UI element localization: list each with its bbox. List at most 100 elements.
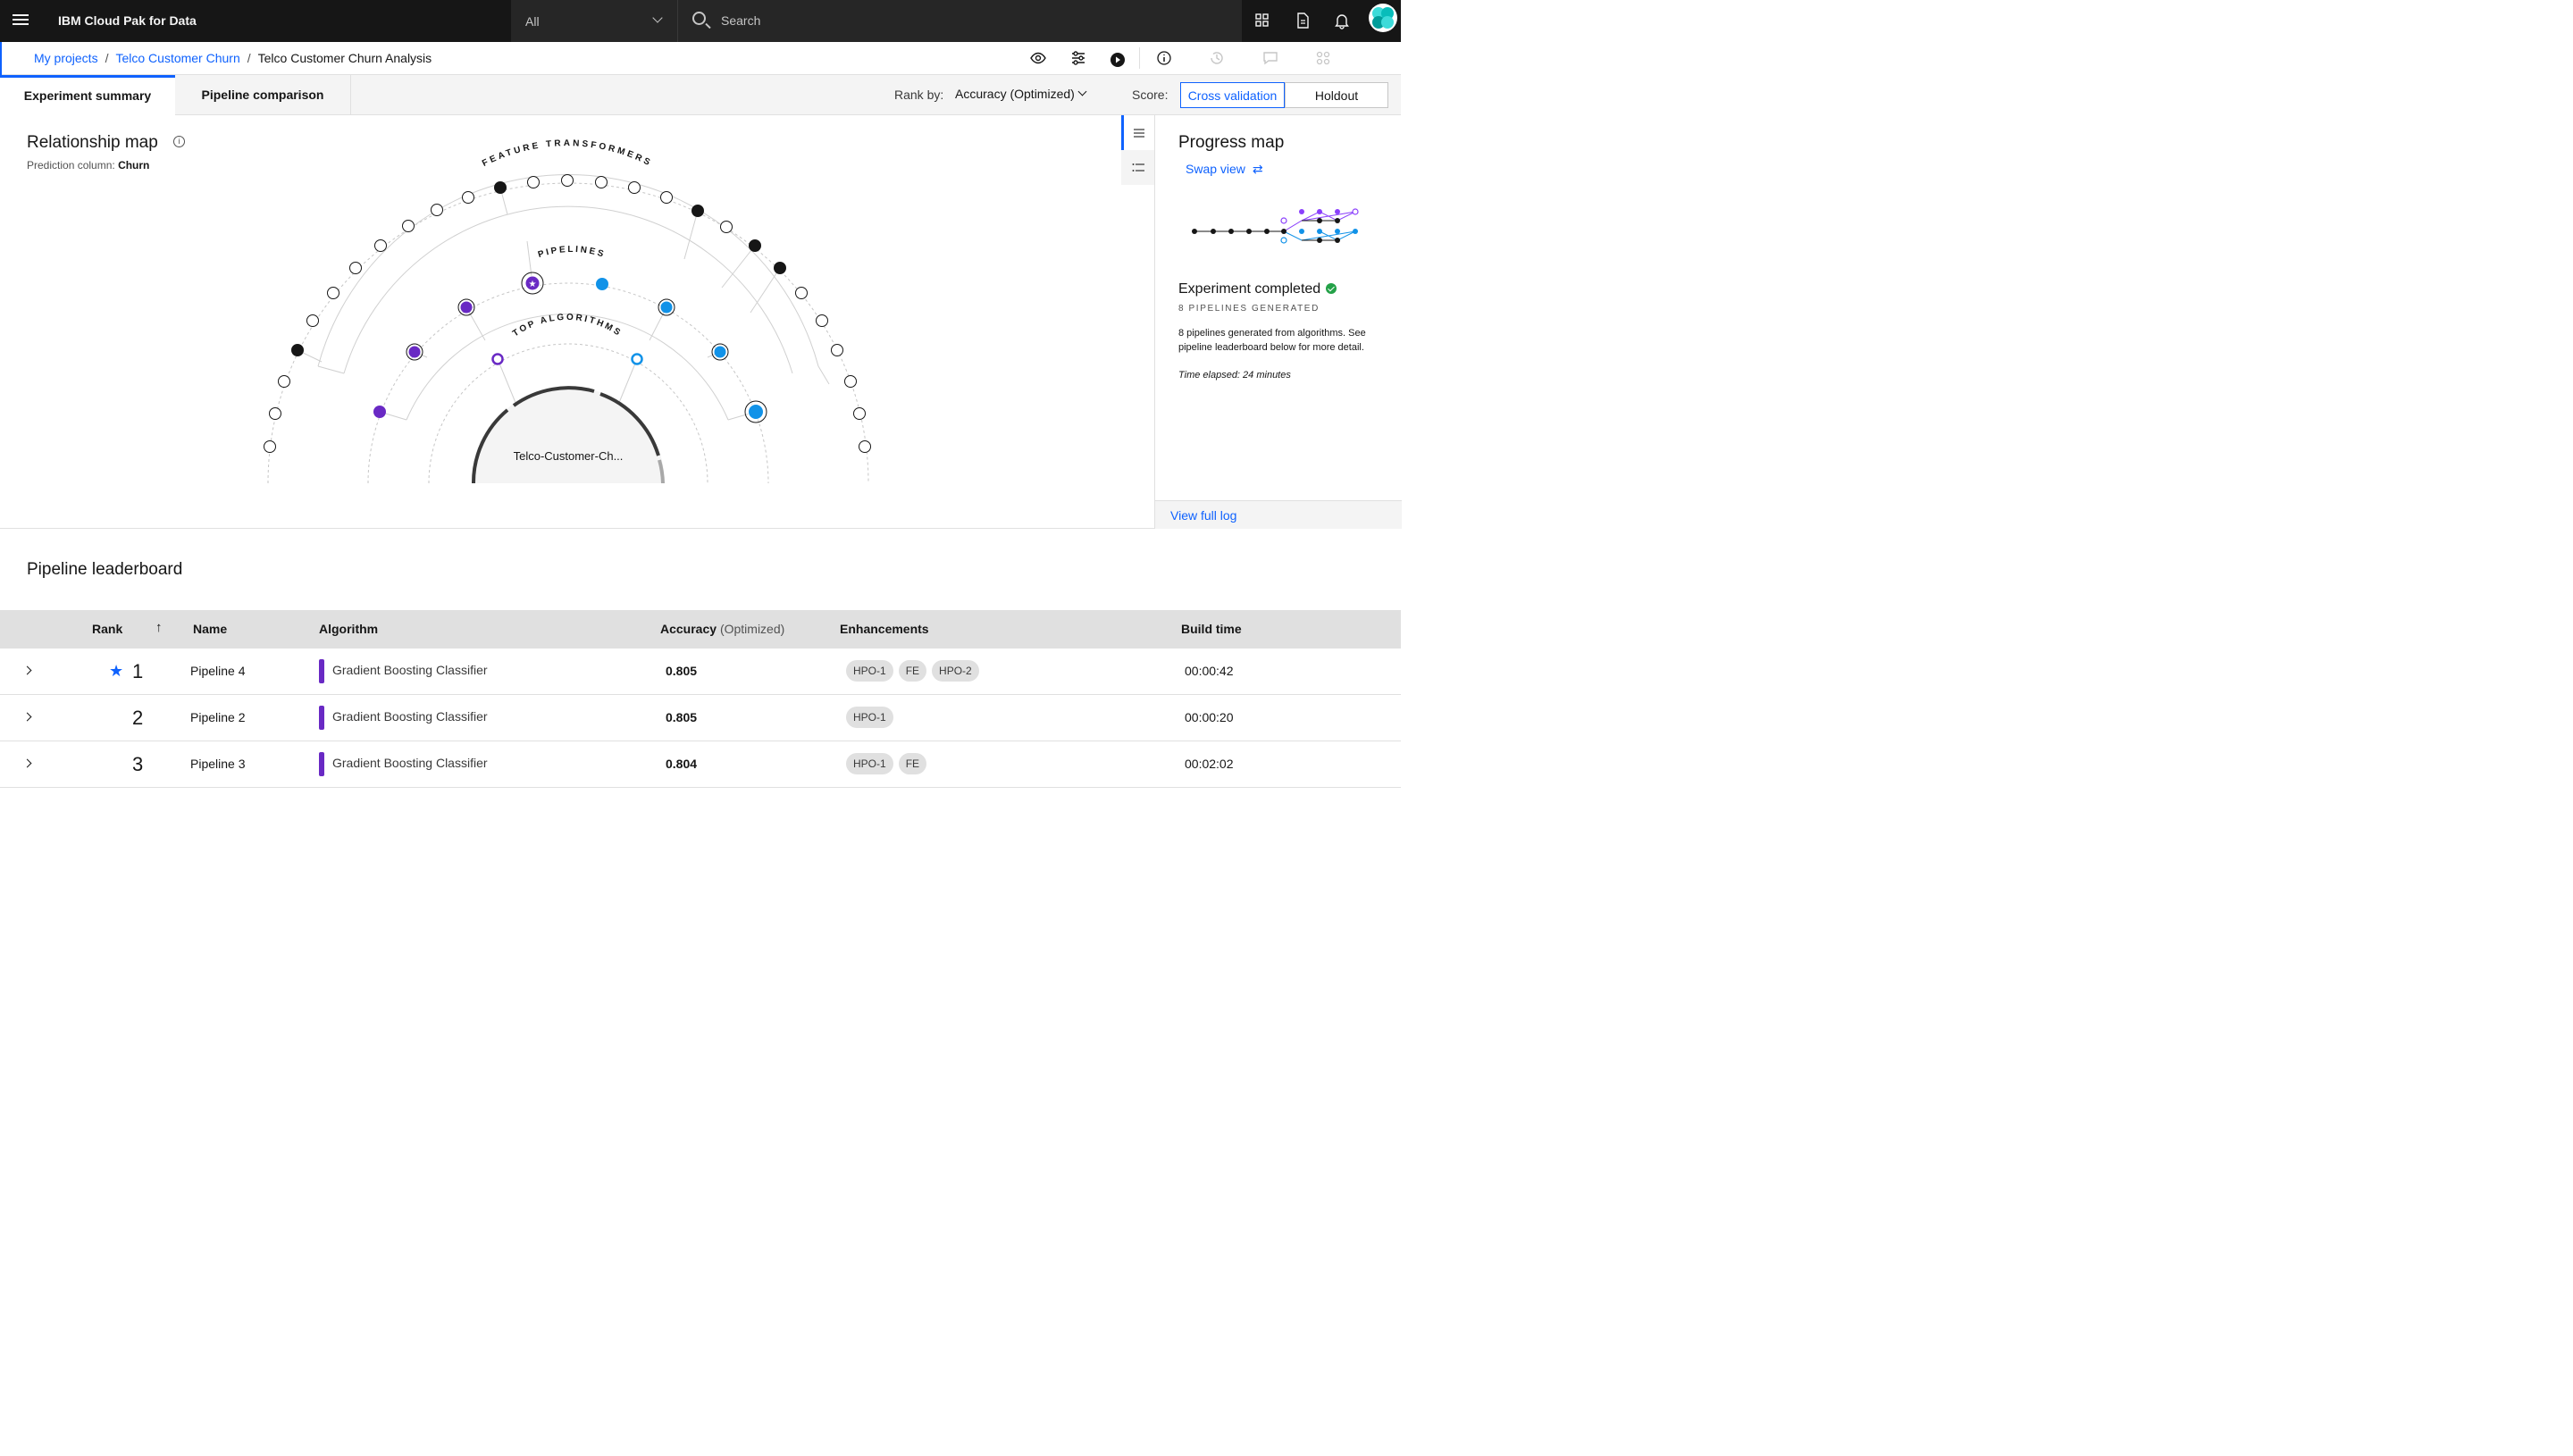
table-row[interactable]: ★ 1 Pipeline 4 Gradient Boosting Classif…	[0, 649, 1401, 695]
experiment-status: Experiment completed	[1178, 281, 1337, 297]
row-accuracy: 0.804	[666, 757, 698, 771]
row-accuracy: 0.805	[666, 664, 698, 678]
enhancement-tag: FE	[898, 753, 927, 774]
scope-dropdown[interactable]: All	[511, 0, 677, 42]
expand-chevron-icon[interactable]	[22, 758, 32, 768]
log-bar: View full log	[1155, 500, 1402, 529]
preview-icon[interactable]	[1029, 49, 1047, 67]
enhancement-tag: HPO-2	[932, 660, 979, 682]
row-rank: 2	[132, 707, 144, 729]
column-algorithm[interactable]: Algorithm	[319, 622, 378, 636]
row-accuracy: 0.805	[666, 710, 698, 724]
row-enhancements: HPO-1 FE	[846, 753, 932, 774]
column-accuracy[interactable]: Accuracy (Optimized)	[660, 622, 784, 636]
search-bar[interactable]	[677, 0, 1242, 42]
active-accent	[0, 42, 2, 75]
list-icon	[1134, 129, 1144, 138]
tab-pipeline-comparison[interactable]: Pipeline comparison	[175, 75, 351, 115]
table-row[interactable]: 2 Pipeline 2 Gradient Boosting Classifie…	[0, 695, 1401, 741]
sort-arrow-up-icon[interactable]: ↑	[155, 620, 163, 635]
swap-icon: ⇄	[1252, 162, 1263, 176]
user-avatar[interactable]	[1369, 4, 1397, 32]
ring-label-feature-transformers: FEATURE TRANSFORMERS	[481, 138, 654, 169]
row-build-time: 00:00:20	[1185, 710, 1234, 724]
row-name[interactable]: Pipeline 4	[190, 664, 246, 678]
divider	[1139, 47, 1140, 69]
leaderboard-header: Rank ↑ Name Algorithm Accuracy (Optimize…	[0, 610, 1401, 649]
relationship-map-graph[interactable]: FEATURE TRANSFORMERS PIPELINES TOP ALGOR…	[232, 115, 911, 483]
document-icon[interactable]	[1294, 12, 1312, 29]
history-icon[interactable]	[1208, 49, 1226, 67]
dataset-node: Telco-Customer-Ch...	[471, 386, 665, 483]
breadcrumb-bar: My projects / Telco Customer Churn / Telco C…	[0, 42, 1401, 75]
info-icon[interactable]: i	[173, 136, 185, 147]
expand-chevron-icon[interactable]	[22, 665, 32, 675]
search-input[interactable]	[721, 11, 1168, 30]
checkmark-icon	[1326, 283, 1337, 294]
enhancement-tag: HPO-1	[846, 707, 893, 728]
brand-name[interactable]: IBM Cloud Pak for Data	[58, 13, 197, 28]
notification-icon[interactable]	[1333, 12, 1351, 29]
enhancement-tag: HPO-1	[846, 660, 893, 682]
row-enhancements: HPO-1	[846, 707, 899, 728]
expand-chevron-icon[interactable]	[22, 712, 32, 722]
algorithm-nodes	[491, 353, 643, 365]
score-cross-validation-button[interactable]: Cross validation	[1180, 82, 1285, 108]
top-header: IBM Cloud Pak for Data All	[0, 0, 1401, 42]
relationship-map-title: Relationship map	[27, 133, 158, 152]
column-name[interactable]: Name	[193, 622, 227, 636]
row-rank: 1	[132, 660, 144, 682]
enhancement-tag: HPO-1	[846, 753, 893, 774]
enhancement-tag: FE	[898, 660, 927, 682]
chevron-down-icon	[652, 13, 663, 23]
row-name[interactable]: Pipeline 3	[190, 757, 246, 771]
column-enhancements[interactable]: Enhancements	[840, 622, 929, 636]
data-icon[interactable]	[1314, 49, 1332, 67]
column-build-time[interactable]: Build time	[1181, 622, 1242, 636]
breadcrumb: My projects / Telco Customer Churn / Telco C…	[34, 51, 432, 65]
list-view-tab[interactable]	[1121, 115, 1154, 150]
side-view-tabs	[1121, 115, 1154, 185]
pipelines-generated: 8 PIPELINES GENERATED	[1178, 304, 1320, 314]
score-label: Score:	[1132, 88, 1169, 102]
menu-icon[interactable]	[13, 13, 29, 29]
score-holdout-button[interactable]: Holdout	[1285, 82, 1388, 108]
bullet-list-icon	[1132, 163, 1144, 172]
tab-bar: Experiment summary Pipeline comparison R…	[0, 75, 1401, 115]
progress-graph	[1192, 208, 1359, 244]
star-icon: ★	[109, 662, 124, 680]
progress-map-title: Progress map	[1178, 133, 1285, 152]
progress-description: 8 pipelines generated from algorithms. S…	[1178, 328, 1366, 353]
scope-value: All	[525, 14, 540, 29]
settings-adjust-icon[interactable]	[1069, 49, 1087, 67]
view-full-log-link[interactable]: View full log	[1170, 508, 1236, 523]
row-rank: 3	[132, 753, 144, 775]
apps-icon[interactable]	[1253, 12, 1271, 29]
leaderboard-title: Pipeline leaderboard	[27, 560, 183, 579]
row-name[interactable]: Pipeline 2	[190, 710, 246, 724]
row-enhancements: HPO-1 FE HPO-2	[846, 660, 985, 682]
rank-by-dropdown[interactable]: Accuracy (Optimized)	[955, 87, 1075, 101]
swap-view-link[interactable]: Swap view ⇄	[1186, 162, 1263, 177]
time-elapsed: Time elapsed: 24 minutes	[1178, 370, 1291, 381]
algorithm-color-bar	[319, 706, 324, 730]
row-algorithm: Gradient Boosting Classifier	[332, 663, 488, 677]
prediction-column-value: Churn	[118, 159, 150, 172]
row-algorithm: Gradient Boosting Classifier	[332, 756, 488, 770]
chevron-down-icon[interactable]	[1077, 87, 1087, 96]
information-icon[interactable]	[1155, 49, 1173, 67]
bullet-list-view-tab[interactable]	[1121, 150, 1154, 185]
run-icon[interactable]	[1109, 51, 1127, 69]
breadcrumb-project[interactable]: Telco Customer Churn	[115, 51, 239, 65]
breadcrumb-current: Telco Customer Churn Analysis	[257, 51, 432, 65]
row-build-time: 00:02:02	[1185, 757, 1234, 771]
ring-label-top-algorithms: TOP ALGORITHMS	[511, 313, 624, 339]
progress-map-panel: Progress map Swap view ⇄ Experiment comp…	[1154, 115, 1402, 529]
breadcrumb-my-projects[interactable]: My projects	[34, 51, 98, 65]
chat-icon[interactable]	[1261, 49, 1279, 67]
table-row[interactable]: 3 Pipeline 3 Gradient Boosting Classifie…	[0, 741, 1401, 788]
row-algorithm: Gradient Boosting Classifier	[332, 709, 488, 724]
column-rank[interactable]: Rank	[92, 622, 122, 636]
tab-experiment-summary[interactable]: Experiment summary	[0, 75, 175, 115]
ring-label-pipelines: PIPELINES	[537, 245, 607, 260]
